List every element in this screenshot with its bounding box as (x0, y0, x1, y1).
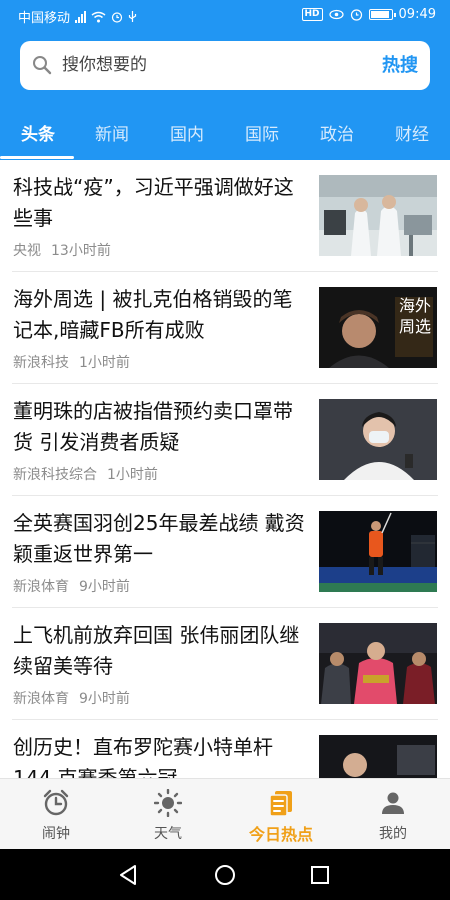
battery-icon (368, 9, 396, 20)
nav-label-alarm: 闹钟 (42, 826, 70, 842)
nav-label-hot-news: 今日热点 (248, 825, 313, 844)
bottom-navigation: 闹钟 天气 今日热点 我的 (0, 778, 450, 849)
system-navigation-bar (0, 849, 450, 900)
article-source: 新浪科技 (13, 355, 69, 371)
app-header: 中国移动 HD 09:49 热搜 头条 新闻 国内 国际 政治 财经 (0, 0, 450, 160)
article-time: 1小时前 (107, 467, 158, 483)
list-item[interactable]: 上飞机前放弃回国 张伟丽团队继续留美等待 新浪体育 9小时前 (0, 608, 450, 720)
nav-hot-news[interactable]: 今日热点 (225, 779, 337, 850)
article-title: 董明珠的店被指借预约卖口罩带货 引发消费者质疑 (13, 399, 293, 454)
news-feed[interactable]: 科技战“疫”，习近平强调做好这些事 央视 13小时前 海外周选 | 被扎克伯格销毁… (0, 160, 450, 778)
article-title: 科技战“疫”，习近平强调做好这些事 (13, 175, 294, 230)
tab-finance[interactable]: 财经 (395, 120, 429, 145)
tab-domestic[interactable]: 国内 (170, 120, 204, 145)
status-bar: 中国移动 HD 09:49 (0, 0, 450, 32)
list-item[interactable]: 科技战“疫”，习近平强调做好这些事 央视 13小时前 (0, 160, 450, 272)
article-time: 13小时前 (51, 243, 111, 259)
article-meta: 央视 13小时前 (13, 240, 111, 260)
person-icon (382, 792, 404, 814)
article-time: 9小时前 (79, 691, 130, 707)
article-title: 创历史！直布罗陀赛小特单杆144 克赛季第六冠 (13, 735, 273, 778)
list-item[interactable]: 董明珠的店被指借预约卖口罩带货 引发消费者质疑 新浪科技综合 1小时前 (0, 384, 450, 496)
article-time: 1小时前 (79, 355, 130, 371)
list-item[interactable]: 海外周选 | 被扎克伯格销毁的笔记本,暗藏FB所有成败 新浪科技 1小时前 海外周… (0, 272, 450, 384)
usb-icon (128, 10, 137, 22)
tab-politics[interactable]: 政治 (320, 120, 354, 145)
article-source: 央视 (13, 243, 41, 259)
list-item[interactable]: 创历史！直布罗陀赛小特单杆144 克赛季第六冠 (0, 720, 450, 778)
article-meta: 新浪科技 1小时前 (13, 352, 130, 372)
sun-icon (154, 789, 182, 817)
article-title: 海外周选 | 被扎克伯格销毁的笔记本,暗藏FB所有成败 (13, 287, 293, 342)
article-meta: 新浪体育 9小时前 (13, 688, 130, 708)
recent-apps-icon[interactable] (310, 865, 330, 885)
article-title: 上飞机前放弃回国 张伟丽团队继续留美等待 (13, 623, 300, 678)
home-icon[interactable] (214, 864, 236, 886)
hd-badge: HD (301, 8, 323, 21)
article-meta: 新浪体育 9小时前 (13, 576, 130, 596)
tab-headlines[interactable]: 头条 (21, 120, 55, 145)
back-icon[interactable] (118, 864, 138, 886)
alarm-clock-icon (43, 789, 69, 816)
nav-label-weather: 天气 (154, 826, 182, 842)
article-title: 全英赛国羽创25年最差战绩 戴资颖重返世界第一 (13, 511, 305, 566)
article-thumbnail: 海外周选 (319, 287, 437, 368)
article-thumbnail (319, 623, 437, 704)
eye-icon (328, 9, 344, 20)
wifi-icon (91, 11, 106, 22)
list-item[interactable]: 全英赛国羽创25年最差战绩 戴资颖重返世界第一 新浪体育 9小时前 (0, 496, 450, 608)
article-source: 新浪体育 (13, 579, 69, 595)
alarm-status-icon-2 (350, 9, 362, 21)
carrier-label: 中国移动 (18, 11, 71, 26)
hot-search-button[interactable]: 热搜 (382, 41, 418, 90)
search-bar[interactable]: 热搜 (20, 41, 430, 90)
alarm-status-icon (111, 11, 123, 23)
category-tabs: 头条 新闻 国内 国际 政治 财经 (0, 110, 450, 160)
article-thumbnail (319, 511, 437, 592)
tab-international[interactable]: 国际 (245, 120, 279, 145)
search-input[interactable] (62, 41, 362, 90)
nav-alarm[interactable]: 闹钟 (0, 779, 112, 850)
article-source: 新浪科技综合 (13, 467, 97, 483)
article-thumbnail (319, 735, 437, 778)
news-icon (269, 791, 292, 817)
thumbnail-caption: 海外周选 (398, 296, 431, 336)
signal-icon (75, 10, 87, 23)
active-tab-indicator (0, 156, 74, 159)
article-meta: 新浪科技综合 1小时前 (13, 464, 158, 484)
article-source: 新浪体育 (13, 691, 69, 707)
nav-weather[interactable]: 天气 (112, 779, 224, 850)
article-thumbnail (319, 175, 437, 256)
tab-news[interactable]: 新闻 (95, 120, 129, 145)
nav-label-me: 我的 (379, 826, 407, 842)
nav-me[interactable]: 我的 (337, 779, 449, 850)
search-icon (33, 56, 52, 75)
article-time: 9小时前 (79, 579, 130, 595)
article-thumbnail (319, 399, 437, 480)
clock-time: 09:49 (398, 7, 436, 22)
